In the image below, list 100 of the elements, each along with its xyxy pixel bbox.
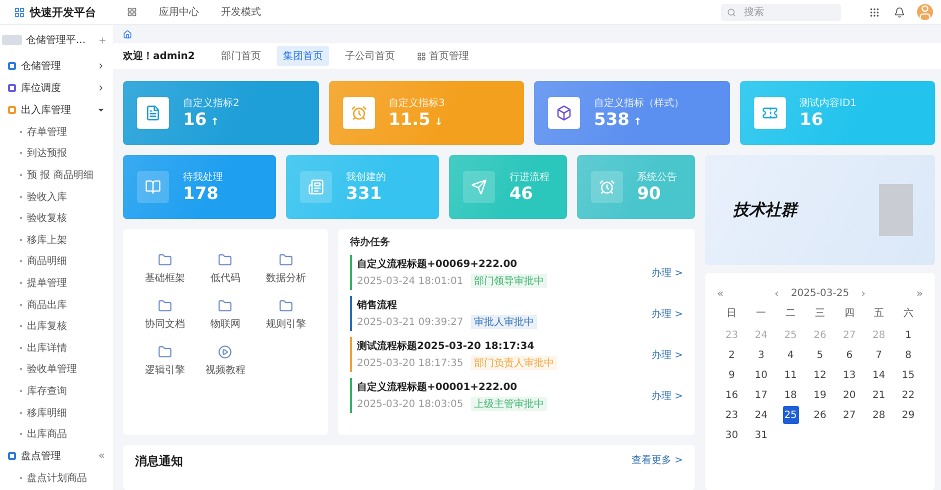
- submenu-item[interactable]: 库存查询: [0, 380, 113, 402]
- org-name[interactable]: 仓储管理平...: [26, 33, 94, 47]
- calendar-day[interactable]: 26: [812, 406, 828, 424]
- calendar-day[interactable]: 14: [870, 366, 887, 384]
- calendar-day[interactable]: 13: [841, 366, 858, 384]
- todo-item[interactable]: 测试流程标题2025-03-20 18:17:34 2025-03-20 18:17:35 部门负责人审批中 办理 >: [350, 337, 683, 372]
- stat-icon: [137, 171, 169, 203]
- status-tag: 部门领导审批中: [471, 274, 548, 288]
- prev-month-button[interactable]: ‹: [774, 287, 779, 300]
- collapse-button[interactable]: «: [98, 449, 105, 462]
- folder-icon: [158, 299, 172, 313]
- calendar-day[interactable]: 29: [900, 406, 916, 424]
- handle-link[interactable]: 办理 >: [651, 266, 683, 280]
- submenu-item[interactable]: 出库详情: [0, 336, 113, 359]
- submenu-item[interactable]: 预 报 商品明细: [0, 164, 113, 186]
- calendar-day[interactable]: 22: [900, 386, 916, 404]
- calendar-day[interactable]: 15: [900, 366, 916, 384]
- calendar-day[interactable]: 5: [812, 346, 828, 364]
- submenu-item[interactable]: 验收复核: [0, 207, 113, 229]
- submenu-item[interactable]: 验收单管理: [0, 358, 113, 380]
- submenu-item[interactable]: 提单管理: [0, 272, 113, 294]
- menu-item[interactable]: 盘点管理 «: [0, 444, 113, 467]
- app-shortcut[interactable]: 协同文档: [135, 299, 196, 331]
- submenu-item[interactable]: 盘点计划商品: [0, 466, 113, 488]
- tab[interactable]: 部门首页: [214, 46, 267, 66]
- calendar-day[interactable]: 1: [900, 326, 916, 344]
- submenu-item[interactable]: 商品明细: [0, 250, 113, 272]
- calendar-day[interactable]: 9: [724, 366, 740, 384]
- calendar-day[interactable]: 8: [900, 346, 916, 364]
- handle-link[interactable]: 办理 >: [651, 388, 683, 402]
- prev-year-button[interactable]: «: [717, 287, 724, 300]
- tab[interactable]: 子公司首页: [338, 46, 401, 66]
- apps-icon[interactable]: [869, 6, 880, 18]
- community-banner[interactable]: 技术社群: [705, 155, 935, 265]
- stat-title: 测试内容ID1: [800, 96, 857, 110]
- trend-mark: ↓: [434, 117, 443, 128]
- submenu-item[interactable]: 移库上架: [0, 228, 113, 251]
- weekday-label: 三: [814, 307, 825, 321]
- submenu-item[interactable]: 验收入库: [0, 186, 113, 208]
- next-month-button[interactable]: ›: [861, 287, 866, 300]
- todo-item[interactable]: 销售流程 2025-03-21 09:39:27 审批人审批中 办理 >: [350, 296, 683, 331]
- handle-link[interactable]: 办理 >: [651, 348, 683, 362]
- submenu-item[interactable]: 商品出库: [0, 294, 113, 316]
- app-shortcut[interactable]: 基础框架: [135, 253, 196, 285]
- calendar-day[interactable]: 24: [753, 406, 770, 424]
- weekday-label: 五: [874, 307, 884, 321]
- tab[interactable]: 首页管理: [410, 46, 475, 66]
- handle-link[interactable]: 办理 >: [651, 306, 683, 320]
- calendar-day[interactable]: 30: [724, 426, 740, 444]
- app-shortcut[interactable]: 规则引擎: [256, 299, 316, 331]
- calendar-day[interactable]: 7: [870, 346, 887, 364]
- nav-link[interactable]: 应用中心: [159, 5, 199, 19]
- folder-icon: [158, 253, 172, 267]
- app-shortcut[interactable]: 低代码: [195, 253, 256, 285]
- calendar-day[interactable]: 11: [782, 366, 799, 384]
- tab[interactable]: 集团首页: [276, 46, 329, 66]
- next-year-button[interactable]: »: [916, 287, 923, 300]
- card-title: 消息通知: [135, 453, 183, 470]
- calendar-day[interactable]: 19: [812, 386, 828, 404]
- calendar-day[interactable]: 2: [724, 346, 740, 364]
- folder-icon: [278, 299, 293, 313]
- calendar-day[interactable]: 17: [753, 386, 770, 404]
- menu-item[interactable]: 仓储管理: [0, 55, 113, 77]
- calendar-day[interactable]: 16: [724, 386, 740, 404]
- menu-item[interactable]: 出入库管理: [0, 99, 113, 121]
- submenu-item[interactable]: 出库商品: [0, 423, 113, 445]
- calendar-day[interactable]: 12: [812, 366, 828, 384]
- weekday-label: 六: [903, 306, 914, 321]
- calendar-day[interactable]: 18: [782, 386, 799, 404]
- calendar-day[interactable]: 31: [753, 426, 770, 444]
- todo-title: 测试流程标题2025-03-20 18:17:34: [357, 339, 536, 353]
- calendar-day[interactable]: 25: [782, 406, 799, 424]
- app-shortcut[interactable]: 数据分析: [256, 253, 316, 285]
- calendar-day[interactable]: 28: [870, 406, 887, 424]
- submenu-item[interactable]: 到达预报: [0, 142, 113, 164]
- home-icon[interactable]: [123, 30, 132, 38]
- more-link[interactable]: 查看更多 >: [631, 453, 683, 467]
- calendar-day[interactable]: 23: [724, 406, 740, 424]
- submenu-item[interactable]: 存单管理: [0, 121, 113, 143]
- menu-item[interactable]: 库位调度: [0, 77, 113, 99]
- app-shortcut[interactable]: 视频教程: [195, 345, 256, 377]
- submenu-item[interactable]: 移库明细: [0, 402, 113, 424]
- calendar-day[interactable]: 20: [841, 386, 858, 404]
- calendar-day[interactable]: 4: [782, 346, 799, 364]
- todo-item[interactable]: 自定义流程标题+00069+222.00 2025-03-24 18:01:01 部门领导审批中 办理 >: [350, 255, 683, 290]
- folder-icon: [218, 253, 232, 267]
- apps-grid-icon[interactable]: [127, 7, 137, 17]
- calendar-day[interactable]: 10: [753, 366, 770, 384]
- todo-item[interactable]: 自定义流程标题+00001+222.00 2025-03-20 18:03:05 上级主管审批中 办理 >: [350, 378, 683, 413]
- nav-link[interactable]: 开发模式: [221, 5, 261, 19]
- app-shortcut[interactable]: 逻辑引擎: [135, 345, 196, 377]
- calendar-day[interactable]: 3: [753, 346, 770, 364]
- app-shortcut[interactable]: 物联网: [195, 299, 256, 331]
- stat-icon: [754, 97, 786, 129]
- calendar-day[interactable]: 27: [841, 406, 858, 424]
- calendar-day[interactable]: 21: [870, 386, 887, 404]
- status-tag: 部门负责人审批中: [471, 356, 558, 370]
- submenu-item[interactable]: 出库复核: [0, 315, 113, 337]
- notification-icon[interactable]: [894, 6, 905, 18]
- calendar-day[interactable]: 6: [841, 346, 858, 364]
